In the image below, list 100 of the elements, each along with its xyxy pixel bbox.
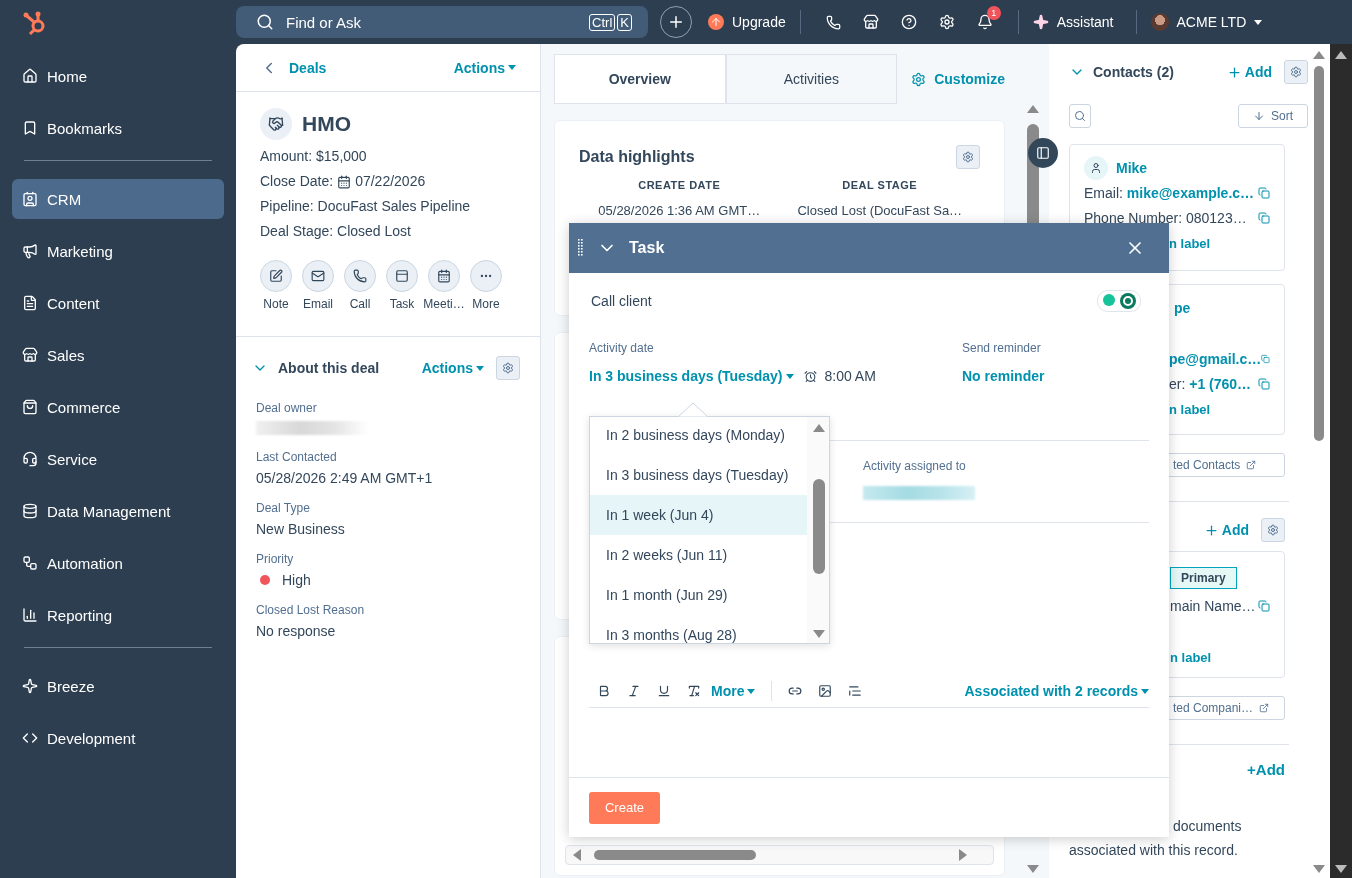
add-link[interactable]: +Add (1247, 761, 1285, 778)
copy-icon[interactable] (1258, 600, 1270, 612)
scroll-arrow-icon[interactable] (572, 848, 582, 862)
horizontal-scrollbar[interactable] (565, 845, 994, 865)
actions-menu[interactable]: Actions (453, 59, 516, 76)
italic-icon[interactable] (627, 684, 641, 698)
gear-icon (911, 71, 927, 87)
scroll-arrow-icon[interactable] (958, 848, 968, 862)
tab[interactable]: Activities (725, 54, 898, 104)
menu-scrollbar[interactable] (807, 417, 829, 643)
back-link[interactable]: Deals (260, 58, 327, 77)
scroll-arrow-icon[interactable] (1334, 50, 1348, 60)
notifications-icon[interactable] (976, 14, 993, 30)
nav-item[interactable]: Service (12, 439, 224, 479)
copy-icon[interactable] (1258, 212, 1270, 224)
settings-button[interactable] (496, 356, 520, 380)
keyboard-key: Ctrl (589, 13, 616, 31)
column-heading: CREATE DATE (638, 179, 721, 191)
alarm-clock-icon (804, 369, 818, 383)
activity-button[interactable] (302, 260, 334, 292)
email-link[interactable]: pe@gmail.c… (1169, 351, 1262, 367)
contact-name-link[interactable]: Mike (1116, 160, 1148, 176)
link-icon[interactable] (788, 684, 803, 698)
label-link[interactable]: n label (1170, 649, 1212, 665)
dialog-title: Task (629, 239, 666, 257)
label-link[interactable]: n label (1169, 401, 1211, 417)
nav-item[interactable]: Home (12, 56, 224, 96)
add-link[interactable]: Add (1203, 522, 1249, 538)
nav-item[interactable]: Reporting (12, 595, 224, 635)
activity-button[interactable] (428, 260, 460, 292)
search-button[interactable] (1069, 104, 1091, 128)
drag-handle-icon[interactable] (578, 239, 583, 257)
nav-item[interactable]: Sales (12, 335, 224, 375)
reminder-dropdown[interactable]: No reminder (962, 368, 1045, 384)
nav-item[interactable]: Breeze (12, 666, 224, 706)
scroll-arrow-icon[interactable] (1334, 864, 1348, 874)
help-icon[interactable] (900, 14, 917, 30)
copy-icon[interactable] (1261, 353, 1270, 365)
nav-item[interactable]: CRM (12, 179, 224, 219)
label-link[interactable]: n label (1169, 235, 1211, 251)
nav-item[interactable]: Bookmarks (12, 108, 224, 148)
activity-label: Email (303, 297, 333, 311)
settings-button[interactable] (1284, 60, 1308, 84)
search-field[interactable]: Find or Ask Ctrl K (236, 6, 648, 38)
nav-item[interactable]: Automation (12, 543, 224, 583)
megaphone-icon (22, 243, 38, 259)
nav-item[interactable]: Commerce (12, 387, 224, 427)
bold-icon[interactable] (597, 684, 611, 698)
account-menu[interactable]: ACME LTD (1150, 13, 1263, 31)
calendar-icon (337, 174, 352, 189)
marketplace-icon[interactable] (862, 14, 879, 30)
sort-button[interactable]: Sort (1238, 104, 1308, 128)
scroll-arrow-icon[interactable] (812, 423, 826, 433)
activity-button[interactable] (344, 260, 376, 292)
tab[interactable]: Overview (554, 54, 726, 104)
scroll-arrow-icon[interactable] (1026, 864, 1040, 874)
activity-button[interactable] (386, 260, 418, 292)
assistant-button[interactable]: Assistant (1032, 14, 1114, 30)
calendar-icon (437, 269, 451, 283)
text-snippet-icon[interactable] (848, 684, 863, 698)
nav-item[interactable]: Content (12, 283, 224, 323)
upgrade-button[interactable]: Upgrade (708, 14, 786, 30)
add-link[interactable]: Add (1226, 64, 1272, 80)
copy-icon[interactable] (1258, 378, 1270, 390)
scrollbar-thumb[interactable] (1314, 66, 1324, 441)
nav-item[interactable]: Marketing (12, 231, 224, 271)
menu-option[interactable]: In 3 months (Aug 28) (590, 615, 807, 643)
page-scrollbar[interactable] (1330, 44, 1352, 878)
record-field: Deal Stage: Closed Lost (260, 219, 520, 244)
image-icon[interactable] (818, 684, 833, 698)
scroll-arrow-icon[interactable] (812, 629, 826, 639)
date-dropdown[interactable]: In 3 business days (Tuesday) (589, 368, 795, 384)
underline-icon[interactable] (657, 684, 671, 698)
copy-icon[interactable] (1258, 187, 1270, 199)
settings-button[interactable] (956, 145, 980, 169)
section-title: About this deal (278, 360, 381, 376)
keyboard-key: K (617, 13, 632, 31)
settings-button[interactable] (1261, 518, 1285, 542)
external-link-icon (1246, 460, 1257, 470)
scroll-arrow-icon[interactable] (1312, 864, 1326, 874)
settings-icon[interactable] (938, 14, 955, 30)
caret-icon (786, 373, 795, 379)
scrollbar-thumb[interactable] (594, 850, 756, 860)
scroll-arrow-icon[interactable] (1026, 104, 1040, 114)
property-label: Last Contacted (256, 450, 338, 464)
activity-button[interactable] (260, 260, 292, 292)
time-field[interactable]: 8:00 AM (804, 368, 876, 384)
clear-format-icon[interactable] (687, 684, 701, 698)
grammarly-icon (1097, 290, 1141, 312)
phone-icon (353, 269, 367, 283)
nav-item[interactable]: Data Management (12, 491, 224, 531)
scrollbar-thumb[interactable] (813, 479, 825, 574)
scroll-arrow-icon[interactable] (1312, 50, 1326, 60)
actions-menu[interactable]: Actions (421, 360, 484, 376)
phone-icon[interactable] (825, 14, 841, 30)
more-menu[interactable]: More (711, 683, 756, 699)
contact-name-link[interactable]: pe (1174, 300, 1191, 316)
menu-option[interactable]: In 1 week (Jun 4) (590, 495, 807, 535)
associations-menu[interactable]: Associated with 2 records (964, 683, 1149, 699)
nav-item[interactable]: Development (12, 718, 224, 758)
